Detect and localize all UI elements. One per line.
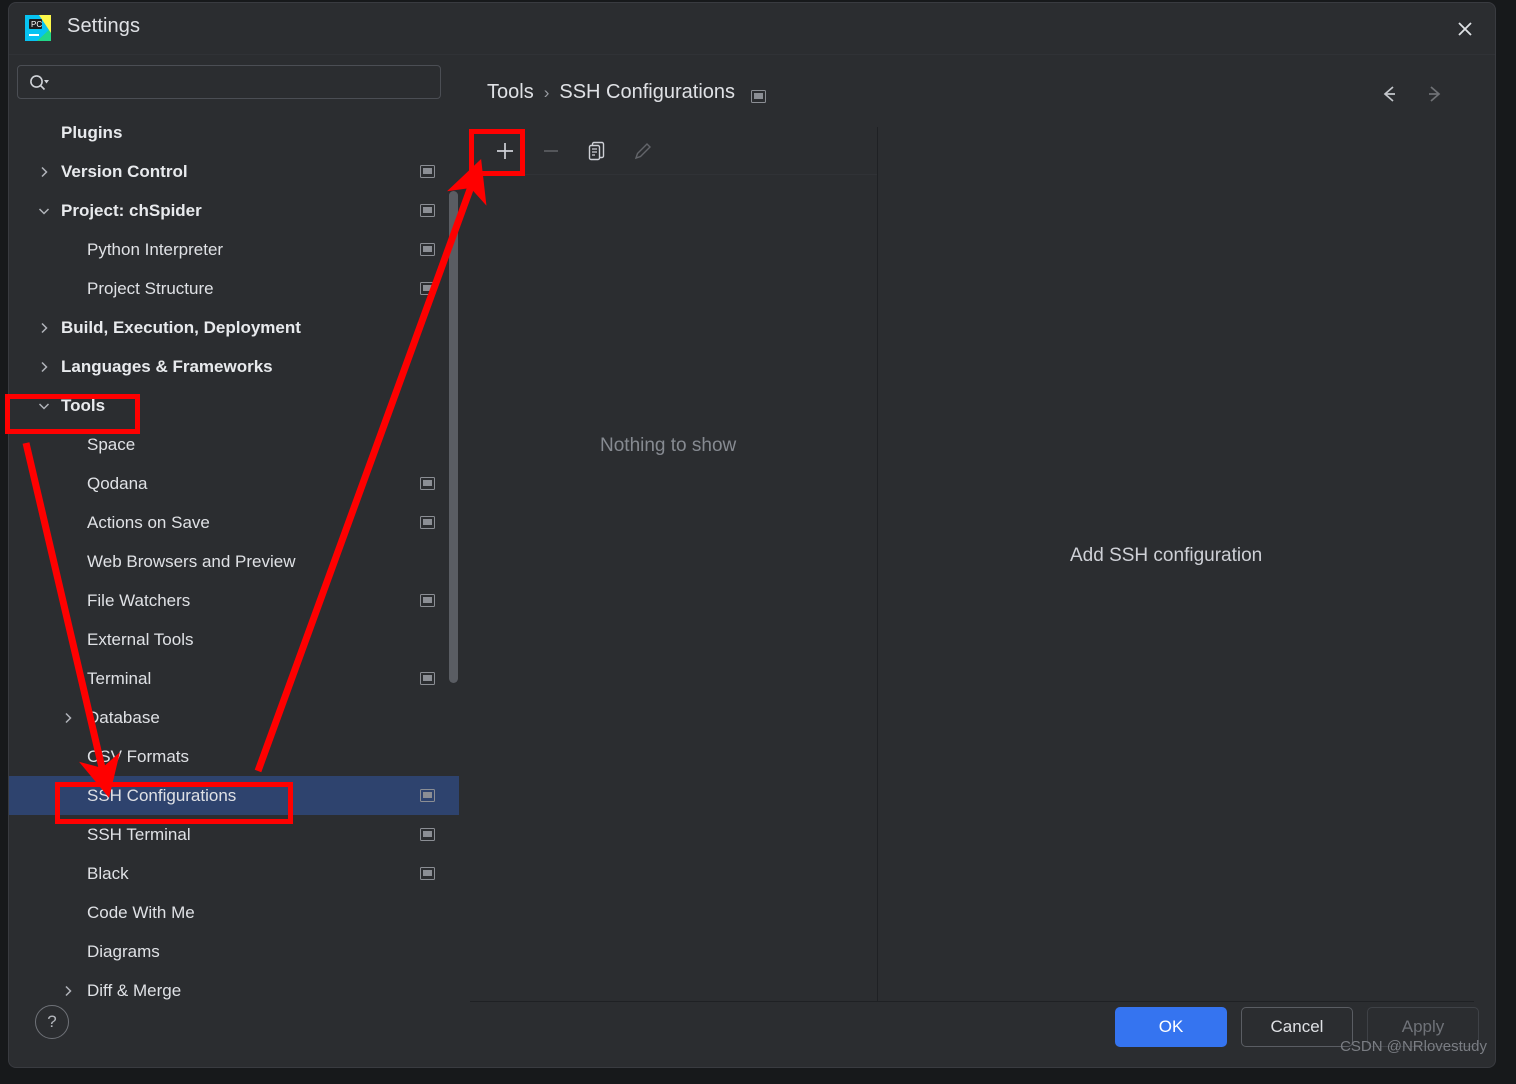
sidebar-item-tools[interactable]: Tools: [9, 386, 459, 425]
sidebar-item-label: Qodana: [87, 473, 148, 493]
breadcrumb-parent[interactable]: Tools: [487, 81, 534, 104]
svg-text:PC: PC: [31, 20, 42, 29]
sidebar-item-external-tools[interactable]: External Tools: [9, 620, 459, 659]
sidebar-item-label: Build, Execution, Deployment: [61, 317, 301, 337]
screen-badge-icon: [420, 282, 435, 295]
screen-badge-icon: [420, 516, 435, 529]
sidebar-item-label: Diff & Merge: [87, 980, 182, 1000]
sidebar-item-label: External Tools: [87, 629, 194, 649]
screen-badge-icon: [751, 86, 767, 103]
sidebar-item-label: Python Interpreter: [87, 239, 224, 259]
breadcrumb-current: SSH Configurations: [559, 81, 736, 103]
sidebar-item-file-watchers[interactable]: File Watchers: [9, 581, 459, 620]
content-area: Nothing to show Add SSH configuration: [470, 127, 1474, 1002]
sidebar-item-label: Project: chSpider: [61, 200, 202, 220]
cancel-button[interactable]: Cancel: [1241, 1007, 1353, 1047]
sidebar-item-black[interactable]: Black: [9, 854, 459, 893]
sidebar-item-label: Code With Me: [87, 902, 195, 922]
sidebar-item-ssh-terminal[interactable]: SSH Terminal: [9, 815, 459, 854]
sidebar-item-label: Languages & Frameworks: [61, 356, 273, 376]
sidebar-item-database[interactable]: Database: [9, 698, 459, 737]
sidebar-item-label: Actions on Save: [87, 512, 210, 532]
navigation-arrows: [1377, 81, 1447, 107]
close-icon[interactable]: [1445, 9, 1485, 49]
sidebar-item-label: Version Control: [61, 161, 188, 181]
sidebar-item-python-interpreter[interactable]: Python Interpreter: [9, 230, 459, 269]
sidebar-item-label: Tools: [61, 395, 106, 415]
chevron-right-icon[interactable]: [37, 360, 51, 374]
title-bar: PC Settings: [9, 3, 1495, 55]
settings-dialog: PC Settings Plugins Version Control Proj…: [8, 2, 1496, 1068]
sidebar-item-label: File Watchers: [87, 590, 191, 610]
sidebar-item-web-browsers-and-preview[interactable]: Web Browsers and Preview: [9, 542, 459, 581]
sidebar-item-qodana[interactable]: Qodana: [9, 464, 459, 503]
chevron-right-icon[interactable]: [37, 321, 51, 335]
ok-button[interactable]: OK: [1115, 1007, 1227, 1047]
sidebar-item-terminal[interactable]: Terminal: [9, 659, 459, 698]
screen-badge-icon: [420, 165, 435, 178]
sidebar-item-label: Space: [87, 434, 136, 454]
screen-badge-icon: [420, 477, 435, 490]
sidebar-item-languages-frameworks[interactable]: Languages & Frameworks: [9, 347, 459, 386]
sidebar-item-label: SSH Configurations: [87, 785, 237, 805]
sidebar-item-build-execution-deployment[interactable]: Build, Execution, Deployment: [9, 308, 459, 347]
chevron-right-icon[interactable]: [37, 165, 51, 179]
sidebar-item-label: Project Structure: [87, 278, 214, 298]
screen-badge-icon: [420, 594, 435, 607]
watermark: CSDN @NRlovestudy: [1340, 1038, 1487, 1055]
sidebar-item-ssh-configurations[interactable]: SSH Configurations: [9, 776, 459, 815]
sidebar-item-actions-on-save[interactable]: Actions on Save: [9, 503, 459, 542]
settings-dialog-screenshot: PC Settings Plugins Version Control Proj…: [0, 0, 1516, 1084]
screen-badge-icon: [420, 243, 435, 256]
search-icon: [28, 73, 50, 93]
ssh-configurations-list-pane: Nothing to show: [470, 127, 878, 1001]
screen-badge-icon: [420, 828, 435, 841]
breadcrumb: Tools › SSH Configurations: [487, 81, 767, 104]
chevron-down-icon[interactable]: [37, 399, 51, 413]
sidebar-item-space[interactable]: Space: [9, 425, 459, 464]
screen-badge-icon: [420, 204, 435, 217]
arrow-right-icon[interactable]: [1421, 81, 1447, 107]
help-button[interactable]: ?: [35, 1005, 69, 1039]
sidebar-item-label: Web Browsers and Preview: [87, 551, 296, 571]
minus-icon[interactable]: [538, 138, 564, 164]
sidebar-item-label: Black: [87, 863, 129, 883]
screen-badge-icon: [420, 672, 435, 685]
list-toolbar: [470, 127, 877, 175]
copy-icon[interactable]: [584, 138, 610, 164]
empty-list-message: Nothing to show: [600, 435, 737, 456]
sidebar-scrollbar-thumb[interactable]: [449, 191, 458, 683]
sidebar-item-code-with-me[interactable]: Code With Me: [9, 893, 459, 932]
search-field[interactable]: [17, 65, 441, 100]
sidebar-item-diagrams[interactable]: Diagrams: [9, 932, 459, 971]
sidebar-item-label: Plugins: [61, 122, 123, 142]
sidebar-item-diff-merge[interactable]: Diff & Merge: [9, 971, 459, 1001]
plus-icon[interactable]: [492, 138, 518, 164]
pycharm-logo-icon: PC: [23, 13, 53, 43]
screen-badge-icon: [420, 789, 435, 802]
sidebar-item-csv-formats[interactable]: CSV Formats: [9, 737, 459, 776]
chevron-down-icon[interactable]: [37, 204, 51, 218]
add-ssh-configuration-message: Add SSH configuration: [1070, 545, 1263, 566]
sidebar-item-version-control[interactable]: Version Control: [9, 152, 459, 191]
search-input[interactable]: [56, 66, 432, 100]
settings-tree[interactable]: Plugins Version Control Project: chSpider P…: [9, 113, 459, 1001]
pencil-icon[interactable]: [630, 138, 656, 164]
sidebar-item-label: CSV Formats: [87, 746, 190, 766]
chevron-right-icon[interactable]: [61, 984, 75, 998]
sidebar-item-label: SSH Terminal: [87, 824, 191, 844]
sidebar-item-label: Terminal: [87, 668, 152, 688]
sidebar-item-label: Database: [87, 707, 160, 727]
sidebar-item-project-chspider[interactable]: Project: chSpider: [9, 191, 459, 230]
arrow-left-icon[interactable]: [1377, 81, 1403, 107]
sidebar-item-project-structure[interactable]: Project Structure: [9, 269, 459, 308]
screen-badge-icon: [420, 867, 435, 880]
breadcrumb-separator: ›: [543, 82, 550, 102]
sidebar-item-plugins[interactable]: Plugins: [9, 113, 459, 152]
window-title: Settings: [67, 15, 141, 37]
chevron-right-icon[interactable]: [61, 711, 75, 725]
sidebar-item-label: Diagrams: [87, 941, 160, 961]
